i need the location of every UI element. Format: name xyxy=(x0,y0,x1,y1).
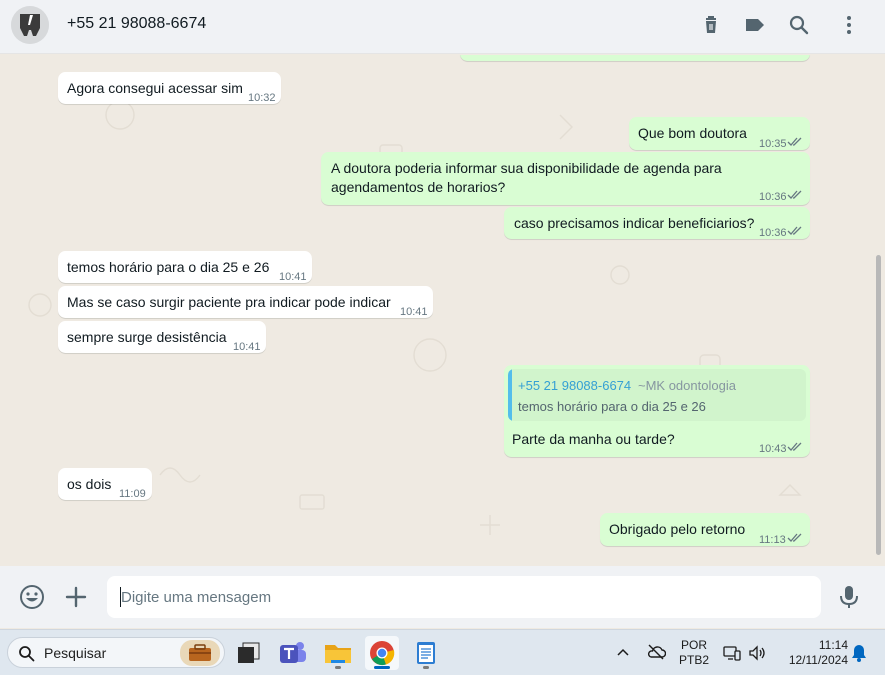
message-time: 11:09 xyxy=(119,488,146,500)
tooth-logo-icon xyxy=(11,6,49,44)
message-out[interactable]: caso precisamos indicar beneficiarios? 1… xyxy=(504,207,810,239)
message-input-box[interactable] xyxy=(107,576,821,618)
running-indicator xyxy=(423,666,429,669)
read-tick-icon xyxy=(787,533,802,542)
scrollbar-thumb[interactable] xyxy=(876,255,881,555)
read-tick-icon xyxy=(787,137,802,146)
microphone-icon[interactable] xyxy=(836,584,862,610)
message-time: 10:41 xyxy=(233,341,261,353)
search-label: Pesquisar xyxy=(44,645,107,661)
windows-taskbar: Pesquisar POR PTB2 11:14 12/11/2024 xyxy=(0,629,885,675)
message-out[interactable]: Obrigado pelo retorno 11:13 xyxy=(600,513,810,546)
message-out[interactable]: A doutora poderia informar sua disponibi… xyxy=(321,152,810,205)
message-time: 10:41 xyxy=(400,306,428,318)
message-in[interactable]: Mas se caso surgir paciente pra indicar … xyxy=(58,286,433,318)
message-in[interactable]: sempre surge desistência 10:41 xyxy=(58,321,266,353)
terminal-icon[interactable] xyxy=(231,636,265,670)
keyboard-layout: PTB2 xyxy=(678,653,709,667)
quote-text: temos horário para o dia 25 e 26 xyxy=(518,399,706,414)
message-time: 10:43 xyxy=(759,443,787,455)
message-text: Parte da manha ou tarde? xyxy=(512,431,675,447)
message-input[interactable] xyxy=(121,576,811,618)
chat-header: +55 21 98088-6674 xyxy=(0,0,885,54)
chrome-icon[interactable] xyxy=(365,636,399,670)
clock-time: 11:14 xyxy=(818,638,848,652)
chat-scrollbar[interactable] xyxy=(874,55,883,565)
message-text-line-1: A doutora poderia informar sua disponibi… xyxy=(331,160,722,176)
message-text: Mas se caso surgir paciente pra indicar … xyxy=(67,294,391,310)
message-time: 10:32 xyxy=(248,92,276,104)
attach-plus-icon[interactable] xyxy=(63,584,89,610)
running-indicator xyxy=(335,666,341,669)
volume-icon[interactable] xyxy=(747,643,767,663)
contact-name[interactable]: +55 21 98088-6674 xyxy=(67,15,206,33)
file-explorer-icon[interactable] xyxy=(321,636,355,670)
emoji-icon[interactable] xyxy=(19,584,45,610)
network-icon[interactable] xyxy=(722,643,742,663)
read-tick-icon xyxy=(787,226,802,235)
search-icon[interactable] xyxy=(787,13,811,37)
message-time: 10:36 xyxy=(759,191,787,203)
message-text: Agora consegui acessar sim xyxy=(67,80,243,96)
quote-author: +55 21 98088-6674 xyxy=(518,378,632,393)
notepad-icon[interactable] xyxy=(409,636,443,670)
quoted-message[interactable]: +55 21 98088-6674 ~MK odontologia temos … xyxy=(508,369,806,421)
clock[interactable]: 11:14 12/11/2024 xyxy=(776,638,848,668)
message-text: temos horário para o dia 25 e 26 xyxy=(67,259,270,275)
quote-bar xyxy=(508,369,512,421)
message-text-line-2: agendamentos de horarios? xyxy=(331,179,506,195)
briefcase-icon[interactable] xyxy=(180,640,220,666)
message-out[interactable]: Que bom doutora 10:35 xyxy=(629,117,810,150)
message-time: 10:36 xyxy=(759,227,787,239)
message-in[interactable]: Agora consegui acessar sim 10:32 xyxy=(58,72,281,104)
notification-bell-icon[interactable] xyxy=(850,643,868,663)
clock-date: 12/11/2024 xyxy=(788,653,848,667)
contact-avatar[interactable] xyxy=(11,6,49,44)
message-composer xyxy=(0,566,885,628)
conversation-panel[interactable]: Agora consegui acessar sim 10:32 Que bom… xyxy=(0,55,885,565)
search-icon xyxy=(19,646,35,662)
chevron-up-icon[interactable] xyxy=(616,646,630,660)
message-text: os dois xyxy=(67,476,112,492)
quote-author-tag: ~MK odontologia xyxy=(638,378,736,393)
message-in[interactable]: os dois 11:09 xyxy=(58,468,152,500)
language-code: POR xyxy=(680,638,707,652)
taskbar-search[interactable]: Pesquisar xyxy=(7,637,225,668)
cloud-offline-icon[interactable] xyxy=(646,642,666,662)
menu-icon[interactable] xyxy=(837,13,861,37)
message-text: caso precisamos indicar beneficiarios? xyxy=(514,215,755,231)
message-out-reply[interactable]: +55 21 98088-6674 ~MK odontologia temos … xyxy=(504,365,810,457)
message-time: 10:41 xyxy=(279,271,307,283)
read-tick-icon xyxy=(787,190,802,199)
message-in[interactable]: temos horário para o dia 25 e 26 10:41 xyxy=(58,251,312,283)
message-text: Obrigado pelo retorno xyxy=(609,521,746,537)
message-bubble-partial xyxy=(460,55,810,61)
label-icon[interactable] xyxy=(743,13,767,37)
language-indicator[interactable]: POR PTB2 xyxy=(676,638,712,668)
teams-icon[interactable] xyxy=(276,636,310,670)
delete-icon[interactable] xyxy=(699,13,723,37)
read-tick-icon xyxy=(787,442,802,451)
active-indicator xyxy=(374,666,390,669)
message-time: 11:13 xyxy=(759,534,786,546)
message-text: sempre surge desistência xyxy=(67,329,227,345)
message-text: Que bom doutora xyxy=(638,125,747,141)
